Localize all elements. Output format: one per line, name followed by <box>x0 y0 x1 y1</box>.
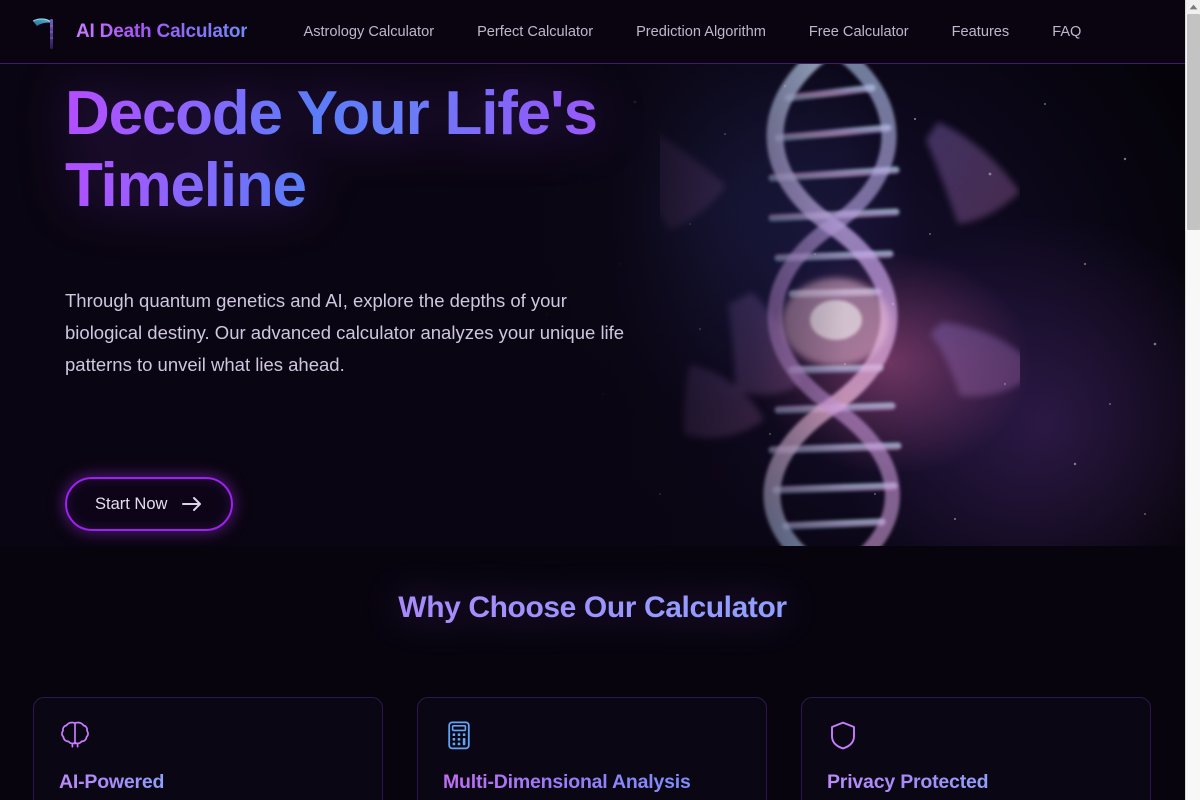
nav-link-free-calculator[interactable]: Free Calculator <box>809 24 909 40</box>
hero-section: Decode Your Life's Timeline Through quan… <box>0 64 1185 546</box>
page-root: Decode Your Life's Timeline Through quan… <box>0 0 1185 800</box>
feature-card-privacy-protected[interactable]: Privacy Protected <box>801 697 1151 800</box>
features-section: Why Choose Our Calculator AI-Powered Mul… <box>0 546 1185 800</box>
arrow-right-icon <box>182 497 202 511</box>
start-now-button[interactable]: Start Now <box>65 477 234 531</box>
hero-copy: Decode Your Life's Timeline Through quan… <box>0 64 660 546</box>
nav-link-features[interactable]: Features <box>952 24 1010 40</box>
hero-description: Through quantum genetics and AI, explore… <box>65 290 625 375</box>
scroll-up-arrow-icon[interactable] <box>1186 0 1200 14</box>
nav-links: Astrology Calculator Perfect Calculator … <box>303 24 1081 40</box>
calculator-icon <box>444 720 474 756</box>
feature-card-title: Multi-Dimensional Analysis <box>443 771 691 793</box>
page-title: Decode Your Life's Timeline <box>65 78 645 222</box>
vertical-scroll-thumb[interactable] <box>1187 14 1200 230</box>
feature-card-title: AI-Powered <box>59 771 165 793</box>
feature-card-list: AI-Powered Multi-Dimensional Analysis Pr… <box>33 697 1152 800</box>
brand-name: AI Death Calculator <box>76 20 248 42</box>
features-section-title: Why Choose Our Calculator <box>0 591 1185 625</box>
feature-card-ai-powered[interactable]: AI-Powered <box>33 697 383 800</box>
feature-card-multi-dimensional-analysis[interactable]: Multi-Dimensional Analysis <box>417 697 767 800</box>
nav-link-perfect-calculator[interactable]: Perfect Calculator <box>477 24 593 40</box>
nav-link-faq[interactable]: FAQ <box>1052 24 1081 40</box>
scythe-icon <box>30 12 66 52</box>
nav-link-prediction-algorithm[interactable]: Prediction Algorithm <box>636 24 766 40</box>
feature-card-title: Privacy Protected <box>827 771 989 793</box>
vertical-scrollbar[interactable] <box>1185 0 1200 800</box>
brand-logo[interactable]: AI Death Calculator <box>30 12 248 52</box>
brain-icon <box>60 720 90 756</box>
top-navigation-bar: AI Death Calculator Astrology Calculator… <box>0 0 1185 64</box>
start-now-label: Start Now <box>95 494 168 513</box>
nav-link-astrology-calculator[interactable]: Astrology Calculator <box>303 24 434 40</box>
shield-icon <box>828 720 858 756</box>
